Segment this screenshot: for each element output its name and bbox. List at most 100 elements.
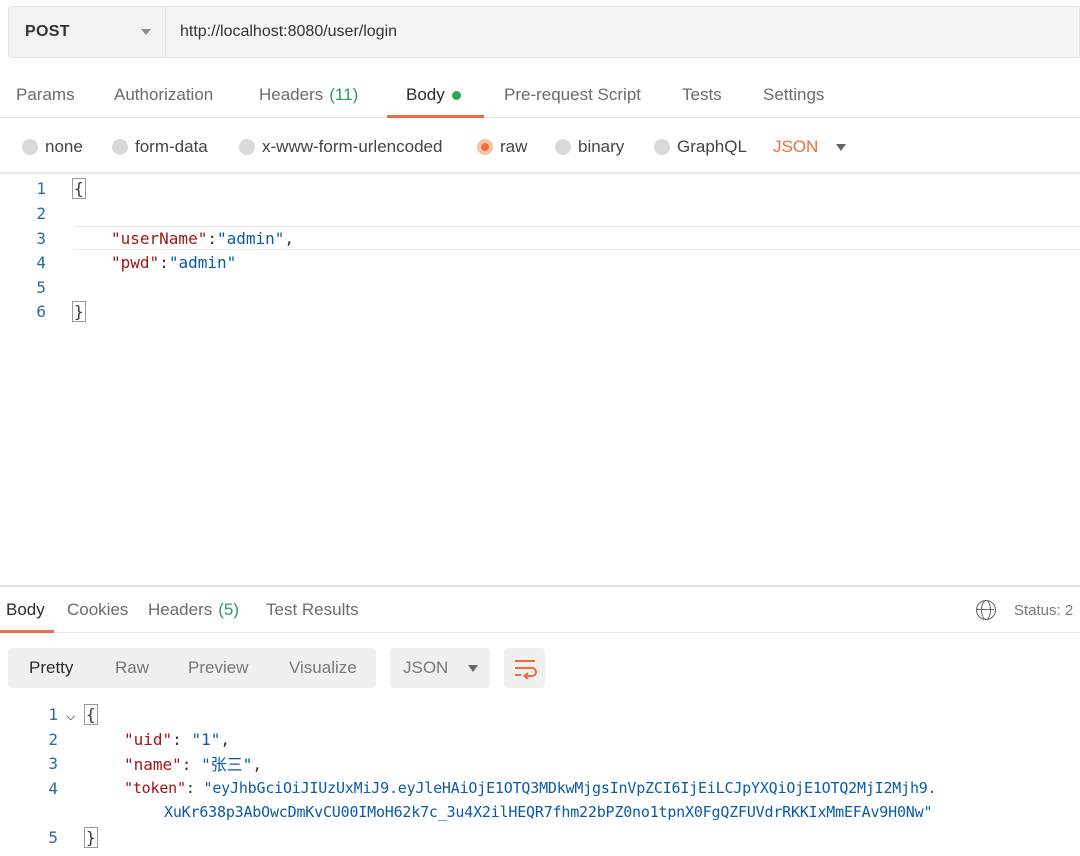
code-text: } (84, 826, 98, 848)
radio-raw[interactable]: raw (477, 120, 527, 174)
response-tabs: Body Cookies Headers (5) Test Results St… (0, 587, 1080, 633)
code-text: "name": "张三", (124, 755, 262, 774)
viewer-line: 2 "uid": "1", (0, 727, 1080, 751)
code-text: XuKr638p3AbOwcDmKvCU00IMoH62k7c_3u4X2ilH… (164, 803, 932, 821)
json-key: "pwd" (111, 252, 160, 272)
tab-label: Cookies (67, 600, 129, 619)
globe-icon[interactable] (976, 600, 996, 620)
response-tab-headers[interactable]: Headers (5) (148, 587, 239, 633)
line-number: 3 (48, 753, 58, 773)
wrap-lines-button[interactable] (504, 648, 545, 688)
radio-graphql[interactable]: GraphQL (654, 120, 747, 174)
line-number: 1 (48, 704, 58, 724)
radio-icon (22, 139, 38, 155)
response-tab-test-results[interactable]: Test Results (266, 587, 359, 633)
headers-count: (5) (218, 600, 240, 619)
json-value: "eyJhbGciOiJIUzUxMiJ9.eyJleHAiOjE1OTQ3MD… (203, 779, 937, 797)
radio-label: x-www-form-urlencoded (262, 137, 443, 156)
tab-label: Authorization (114, 85, 214, 104)
chevron-down-icon (141, 29, 151, 35)
tab-label: Tests (682, 85, 722, 104)
line-number: 6 (36, 301, 46, 321)
format-label: JSON (403, 658, 449, 677)
viewer-line: 5 } (0, 825, 1080, 849)
tab-label: Body (406, 85, 445, 104)
chevron-down-icon (836, 143, 847, 151)
tab-params[interactable]: Params (16, 72, 75, 118)
line-number: 2 (36, 203, 46, 223)
radio-binary[interactable]: binary (555, 120, 624, 174)
json-key: "userName" (111, 228, 208, 248)
json-value: "admin" (216, 228, 285, 248)
response-tab-cookies[interactable]: Cookies (67, 587, 128, 633)
json-value-continued: XuKr638p3AbOwcDmKvCU00IMoH62k7c_3u4X2ilH… (164, 803, 933, 821)
editor-line: 1 { (0, 176, 1080, 200)
radio-icon (239, 139, 255, 155)
close-brace: } (72, 300, 86, 322)
tab-label: Body (6, 600, 45, 619)
line-number: 4 (36, 252, 46, 272)
code-text: "uid": "1", (124, 729, 230, 749)
line-number: 2 (48, 729, 58, 749)
wrap-lines-icon (515, 660, 537, 679)
view-visualize-button[interactable]: Visualize (289, 648, 357, 688)
line-number: 5 (48, 827, 58, 847)
radio-icon (555, 139, 571, 155)
viewer-line: 1 ⌵ { (0, 702, 1080, 726)
editor-line: 6 } (0, 299, 1080, 323)
tab-settings[interactable]: Settings (763, 72, 824, 118)
radio-label: form-data (135, 137, 208, 156)
response-view-modes: Pretty Raw Preview Visualize (8, 648, 376, 688)
code-text: "pwd":"admin" (111, 252, 237, 272)
code-text: "userName":"admin", (111, 228, 295, 248)
viewer-line: 3 "name": "张三", (0, 751, 1080, 775)
code-text: { (72, 177, 86, 199)
radio-checked-icon (477, 139, 493, 155)
radio-icon (654, 139, 670, 155)
tab-label: Settings (763, 85, 825, 104)
tab-label: Test Results (266, 600, 359, 619)
method-select[interactable]: POST (8, 6, 166, 58)
code-text: "token": "eyJhbGciOiJIUzUxMiJ9.eyJleHAiO… (124, 779, 937, 797)
radio-urlencoded[interactable]: x-www-form-urlencoded (239, 120, 442, 174)
editor-line: 2 (0, 201, 1080, 225)
headers-count: (11) (329, 85, 359, 104)
body-format-select[interactable]: JSON (773, 120, 847, 174)
response-format-select[interactable]: JSON (390, 648, 490, 688)
tab-body[interactable]: Body (406, 72, 461, 118)
tab-label: Headers (259, 85, 324, 104)
tab-headers[interactable]: Headers (11) (259, 72, 358, 118)
json-key: "uid" (124, 729, 173, 749)
view-pretty-button[interactable]: Pretty (29, 648, 73, 688)
chevron-down-icon (468, 664, 479, 672)
request-tabs: Params Authorization Headers (11) Body P… (0, 72, 1080, 118)
editor-line: 3 "userName":"admin", (0, 226, 1080, 250)
json-key: "token" (124, 779, 186, 797)
url-input[interactable]: http://localhost:8080/user/login (166, 6, 1080, 58)
code-text: { (84, 703, 98, 725)
radio-label: binary (578, 137, 625, 156)
editor-line: 5 (0, 275, 1080, 299)
radio-form-data[interactable]: form-data (112, 120, 208, 174)
view-raw-button[interactable]: Raw (115, 648, 149, 688)
active-tab-indicator (387, 115, 484, 118)
method-label: POST (25, 23, 70, 40)
viewer-line: XuKr638p3AbOwcDmKvCU00IMoH62k7c_3u4X2ilH… (0, 800, 1080, 824)
modified-dot-icon (451, 90, 461, 100)
json-value: "admin" (168, 252, 237, 272)
response-tab-body[interactable]: Body (6, 587, 45, 633)
view-preview-button[interactable]: Preview (188, 648, 248, 688)
tab-tests[interactable]: Tests (682, 72, 722, 118)
radio-none[interactable]: none (22, 120, 83, 174)
tab-authorization[interactable]: Authorization (114, 72, 213, 118)
response-status: Status: 2 (976, 587, 1073, 633)
json-value: "张三" (201, 755, 253, 774)
open-brace: { (84, 703, 98, 725)
tab-pre-request-script[interactable]: Pre-request Script (504, 72, 641, 118)
json-key: "name" (124, 755, 182, 774)
viewer-line: 4 "token": "eyJhbGciOiJIUzUxMiJ9.eyJleHA… (0, 776, 1080, 800)
radio-label: GraphQL (677, 137, 747, 156)
line-number: 3 (36, 228, 46, 248)
tab-label: Pre-request Script (504, 85, 641, 104)
fold-chevron-icon[interactable]: ⌵ (66, 705, 76, 724)
